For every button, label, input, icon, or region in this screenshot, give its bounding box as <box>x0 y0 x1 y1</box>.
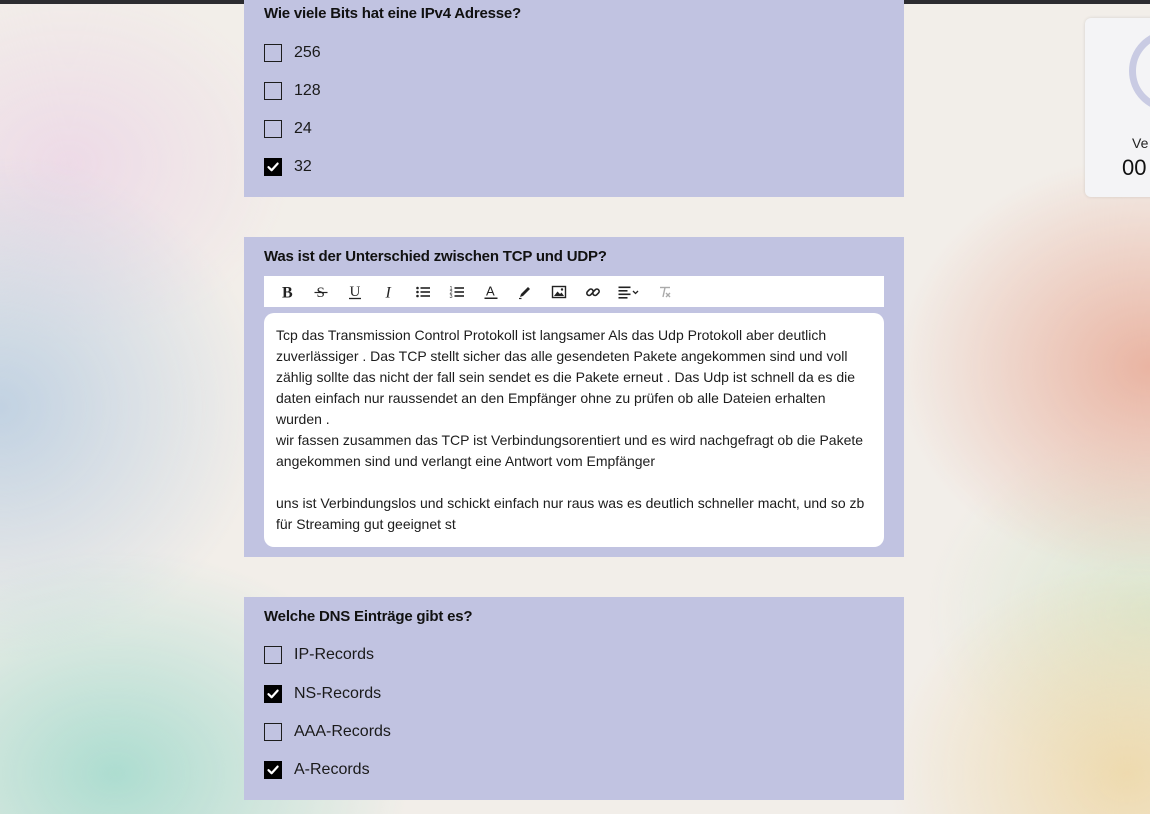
option-24[interactable]: 24 <box>264 118 312 140</box>
checkbox-checked[interactable] <box>264 158 282 176</box>
option-label: 128 <box>294 82 321 99</box>
checkbox[interactable] <box>264 120 282 138</box>
numbered-list-icon[interactable]: 123 <box>440 276 474 307</box>
image-icon[interactable] <box>542 276 576 307</box>
answer-paragraph: Tcp das Transmission Control Protokoll i… <box>276 327 855 427</box>
svg-text:B: B <box>282 284 293 300</box>
answer-paragraph-empty <box>276 472 872 493</box>
option-label: IP-Records <box>294 646 375 663</box>
checkbox-checked[interactable] <box>264 761 282 779</box>
timer-value: 00 <box>1122 155 1147 180</box>
checkmark-icon <box>267 162 279 172</box>
question-card-ipv4: Wie viele Bits hat eine IPv4 Adresse? 25… <box>244 0 904 197</box>
question-title: Was ist der Unterschied zwischen TCP und… <box>264 248 607 265</box>
text-color-icon[interactable]: A <box>474 276 508 307</box>
bullet-list-icon[interactable] <box>406 276 440 307</box>
checkbox[interactable] <box>264 723 282 741</box>
checkbox[interactable] <box>264 82 282 100</box>
progress-ring <box>1129 30 1150 112</box>
checkbox-checked[interactable] <box>264 685 282 703</box>
option-label: 32 <box>294 158 312 175</box>
option-ns-records[interactable]: NS-Records <box>264 683 381 705</box>
option-label: 24 <box>294 120 312 137</box>
option-label: NS-Records <box>294 685 382 702</box>
option-label: 256 <box>294 44 321 61</box>
option-aaa-records[interactable]: AAA-Records <box>264 721 391 743</box>
italic-icon[interactable]: I <box>372 276 406 307</box>
svg-text:A: A <box>486 284 495 299</box>
option-label: AAA-Records <box>294 723 391 740</box>
answer-paragraph: wir fassen zusammen das TCP ist Verbindu… <box>276 432 864 469</box>
underline-icon[interactable]: U <box>338 276 372 307</box>
option-32[interactable]: 32 <box>264 156 312 178</box>
checkmark-icon <box>267 689 279 699</box>
question-title: Wie viele Bits hat eine IPv4 Adresse? <box>264 5 522 22</box>
clear-format-icon[interactable] <box>648 276 682 307</box>
bold-icon[interactable]: B <box>270 276 304 307</box>
question-title: Welche DNS Einträge gibt es? <box>264 608 473 625</box>
option-ip-records[interactable]: IP-Records <box>264 644 374 666</box>
link-icon[interactable] <box>576 276 610 307</box>
highlight-pen-icon[interactable] <box>508 276 542 307</box>
svg-text:3: 3 <box>450 294 453 300</box>
option-256[interactable]: 256 <box>264 42 321 64</box>
strikethrough-icon[interactable]: S <box>304 276 338 307</box>
question-card-dns: Welche DNS Einträge gibt es? IP-Records … <box>244 597 904 800</box>
option-a-records[interactable]: A-Records <box>264 759 370 781</box>
align-dropdown-icon[interactable] <box>610 276 648 307</box>
question-card-tcp-udp: Was ist der Unterschied zwischen TCP und… <box>244 237 904 557</box>
option-label: A-Records <box>294 761 370 778</box>
svg-text:I: I <box>385 284 392 300</box>
checkbox[interactable] <box>264 646 282 664</box>
option-128[interactable]: 128 <box>264 80 321 102</box>
timer-card: Ve 00 <box>1085 18 1150 197</box>
svg-text:U: U <box>350 284 361 300</box>
rich-text-toolbar: B S U I 123 A <box>264 276 884 307</box>
checkbox[interactable] <box>264 44 282 62</box>
timer-label: Ve <box>1132 135 1149 151</box>
checkmark-icon <box>267 765 279 775</box>
answer-textarea[interactable]: Tcp das Transmission Control Protokoll i… <box>264 313 884 547</box>
answer-paragraph: uns ist Verbindungslos und schickt einfa… <box>276 495 865 532</box>
